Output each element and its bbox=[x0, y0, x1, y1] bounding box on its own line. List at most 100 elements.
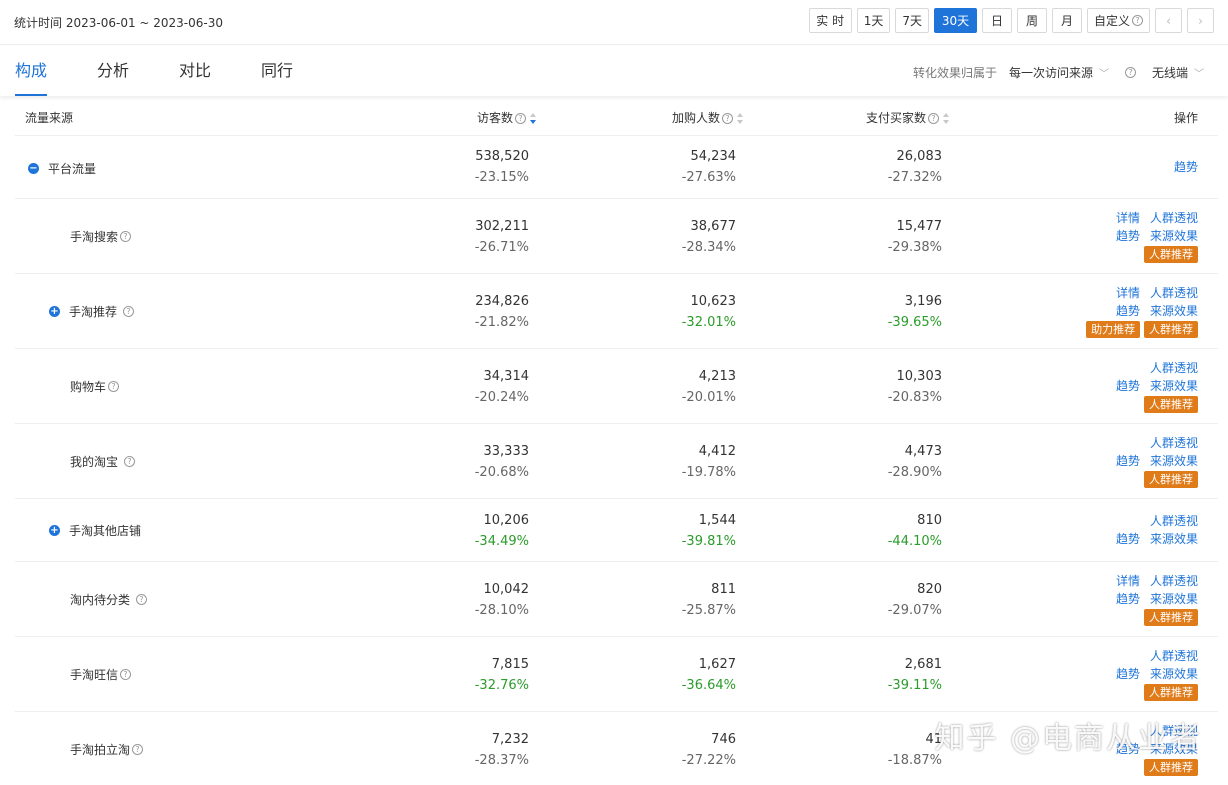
trend-link[interactable]: 趋势 bbox=[1116, 229, 1140, 243]
persona-link[interactable]: 人群透视 bbox=[1150, 211, 1198, 225]
trend-link[interactable]: 趋势 bbox=[1174, 160, 1198, 174]
prev-arrow-button[interactable]: ‹ bbox=[1155, 8, 1182, 33]
source-effect-link[interactable]: 来源效果 bbox=[1150, 379, 1198, 393]
crowd-recommend-button[interactable]: 人群推荐 bbox=[1144, 321, 1198, 338]
col-visitors[interactable]: 访客数? bbox=[477, 109, 537, 126]
help-icon: ? bbox=[928, 113, 940, 124]
detail-link[interactable]: 详情 bbox=[1116, 286, 1140, 300]
buyers-change: -39.11% bbox=[887, 678, 942, 693]
source-effect-link[interactable]: 来源效果 bbox=[1150, 592, 1198, 606]
source-label: 手淘其他店铺 bbox=[69, 524, 142, 538]
table-row: 我的淘宝? 33,333 -20.68% 4,412 -19.78% 4,473 -2… bbox=[15, 424, 1218, 499]
range-1day-button[interactable]: 1天 bbox=[856, 8, 891, 33]
visitors-change: -28.10% bbox=[474, 603, 529, 618]
col-cart[interactable]: 加购人数? bbox=[672, 109, 744, 126]
trend-link[interactable]: 趋势 bbox=[1116, 379, 1140, 393]
trend-link[interactable]: 趋势 bbox=[1116, 532, 1140, 546]
table-row: + 手淘其他店铺 10,206 -34.49% 1,544 -39.81% 810 -… bbox=[15, 499, 1218, 562]
help-icon[interactable]: ? bbox=[132, 744, 144, 755]
collapse-icon[interactable]: − bbox=[28, 163, 39, 174]
cart-value: 4,412 bbox=[698, 444, 736, 459]
cart-change: -25.87% bbox=[681, 603, 736, 618]
table-row: 购物车? 34,314 -20.24% 4,213 -20.01% 10,303 -2… bbox=[15, 349, 1218, 424]
persona-link[interactable]: 人群透视 bbox=[1150, 286, 1198, 300]
persona-link[interactable]: 人群透视 bbox=[1150, 574, 1198, 588]
visitors-value: 10,042 bbox=[483, 582, 530, 597]
help-icon[interactable]: ? bbox=[120, 231, 132, 242]
col-visitors-label: 访客数 bbox=[477, 111, 514, 125]
row-ops: 人群透视 趋势 来源效果 人群推荐 bbox=[1116, 434, 1198, 488]
expand-icon[interactable]: + bbox=[49, 306, 60, 317]
range-realtime-button[interactable]: 实 时 bbox=[808, 8, 852, 33]
date-range-value: 2023-06-01 ~ 2023-06-30 bbox=[65, 16, 224, 30]
tab-compare[interactable]: 对比 bbox=[179, 46, 211, 96]
crowd-recommend-button[interactable]: 人群推荐 bbox=[1144, 759, 1198, 776]
col-buyers[interactable]: 支付买家数? bbox=[866, 109, 950, 126]
crowd-recommend-button[interactable]: 人群推荐 bbox=[1144, 471, 1198, 488]
help-icon[interactable]: ? bbox=[124, 456, 136, 467]
visitors-cell: 538,520 -23.15% bbox=[409, 146, 529, 188]
buyers-change: -27.32% bbox=[887, 170, 942, 185]
trend-link[interactable]: 趋势 bbox=[1116, 592, 1140, 606]
range-day-button[interactable]: 日 bbox=[981, 8, 1012, 33]
device-select[interactable]: 无线端 bbox=[1152, 64, 1188, 81]
row-ops: 详情 人群透视 趋势 来源效果 助力推荐 人群推荐 bbox=[1086, 284, 1198, 338]
help-icon[interactable]: ? bbox=[120, 669, 132, 680]
range-week-button[interactable]: 周 bbox=[1016, 8, 1047, 33]
table-row: 手淘旺信? 7,815 -32.76% 1,627 -36.64% 2,681 -39… bbox=[15, 637, 1218, 712]
next-arrow-button[interactable]: › bbox=[1187, 8, 1214, 33]
custom-range-button[interactable]: 自定义 ? bbox=[1086, 8, 1150, 33]
cart-value: 4,213 bbox=[698, 369, 736, 384]
visitors-cell: 234,826 -21.82% bbox=[409, 291, 529, 333]
expand-icon[interactable]: + bbox=[49, 525, 60, 536]
source-effect-link[interactable]: 来源效果 bbox=[1150, 304, 1198, 318]
visitors-value: 7,232 bbox=[491, 732, 529, 747]
crowd-recommend-button[interactable]: 人群推荐 bbox=[1144, 396, 1198, 413]
cart-cell: 1,544 -39.81% bbox=[616, 510, 736, 552]
persona-link[interactable]: 人群透视 bbox=[1150, 436, 1198, 450]
attribution-select[interactable]: 每一次访问来源 bbox=[1009, 64, 1093, 81]
range-month-button[interactable]: 月 bbox=[1051, 8, 1082, 33]
cart-value: 10,623 bbox=[690, 294, 737, 309]
sort-desc-icon[interactable] bbox=[530, 112, 537, 125]
visitors-cell: 7,815 -32.76% bbox=[409, 654, 529, 696]
table-row: 淘内待分类? 10,042 -28.10% 811 -25.87% 820 -29.0… bbox=[15, 562, 1218, 637]
tab-bar: 构成 分析 对比 同行 转化效果归属于 每一次访问来源 ﹀ ? 无线端 ﹀ bbox=[0, 46, 1228, 96]
tab-analysis[interactable]: 分析 bbox=[97, 46, 129, 96]
sort-icon[interactable] bbox=[737, 112, 744, 125]
trend-link[interactable]: 趋势 bbox=[1116, 304, 1140, 318]
tab-composition[interactable]: 构成 bbox=[15, 46, 48, 96]
range-7day-button[interactable]: 7天 bbox=[895, 8, 929, 33]
crowd-recommend-button[interactable]: 人群推荐 bbox=[1144, 684, 1198, 701]
help-icon[interactable]: ? bbox=[136, 594, 148, 605]
sort-icon[interactable] bbox=[943, 112, 950, 125]
cart-change: -19.78% bbox=[681, 465, 736, 480]
persona-link[interactable]: 人群透视 bbox=[1150, 649, 1198, 663]
source-effect-link[interactable]: 来源效果 bbox=[1150, 229, 1198, 243]
help-icon[interactable]: ? bbox=[1124, 67, 1136, 78]
trend-link[interactable]: 趋势 bbox=[1116, 667, 1140, 681]
cart-change: -27.22% bbox=[681, 753, 736, 768]
persona-link[interactable]: 人群透视 bbox=[1150, 514, 1198, 528]
cart-value: 811 bbox=[711, 582, 736, 597]
help-icon[interactable]: ? bbox=[123, 306, 135, 317]
source-effect-link[interactable]: 来源效果 bbox=[1150, 667, 1198, 681]
persona-link[interactable]: 人群透视 bbox=[1150, 361, 1198, 375]
source-label: 手淘旺信 bbox=[70, 668, 119, 682]
detail-link[interactable]: 详情 bbox=[1116, 211, 1140, 225]
crowd-recommend-button[interactable]: 人群推荐 bbox=[1144, 246, 1198, 263]
buyers-change: -18.87% bbox=[887, 753, 942, 768]
source-effect-link[interactable]: 来源效果 bbox=[1150, 532, 1198, 546]
range-30day-button[interactable]: 30天 bbox=[933, 8, 977, 33]
tab-peer[interactable]: 同行 bbox=[261, 46, 293, 96]
source-effect-link[interactable]: 来源效果 bbox=[1150, 454, 1198, 468]
boost-recommend-button[interactable]: 助力推荐 bbox=[1086, 321, 1141, 338]
detail-link[interactable]: 详情 bbox=[1116, 574, 1140, 588]
visitors-value: 33,333 bbox=[483, 444, 530, 459]
help-icon[interactable]: ? bbox=[108, 381, 120, 392]
visitors-change: -34.49% bbox=[474, 534, 529, 549]
cart-value: 1,627 bbox=[698, 657, 736, 672]
attribution-controls: 转化效果归属于 每一次访问来源 ﹀ ? 无线端 ﹀ bbox=[913, 64, 1204, 81]
crowd-recommend-button[interactable]: 人群推荐 bbox=[1144, 609, 1198, 626]
trend-link[interactable]: 趋势 bbox=[1116, 454, 1140, 468]
